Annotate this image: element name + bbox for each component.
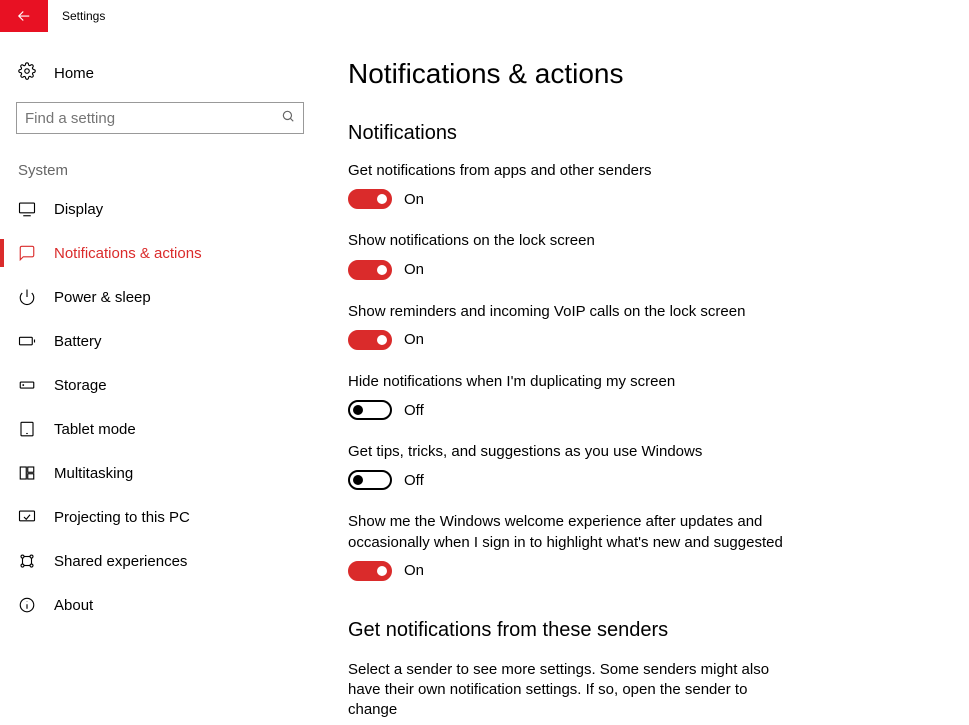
notifications-icon bbox=[18, 244, 36, 262]
display-icon bbox=[18, 200, 36, 218]
sidebar-item-power[interactable]: Power & sleep bbox=[0, 275, 320, 319]
toggle-switch[interactable] bbox=[348, 470, 392, 490]
setting-row: Show notifications on the lock screen On bbox=[348, 231, 798, 279]
home-button[interactable]: Home bbox=[0, 52, 320, 94]
toggle-state-label: On bbox=[404, 261, 424, 278]
setting-label: Hide notifications when I'm duplicating … bbox=[348, 372, 798, 392]
toggle-state-label: Off bbox=[404, 472, 424, 489]
sidebar-item-label: Power & sleep bbox=[54, 289, 151, 306]
sidebar-item-label: Projecting to this PC bbox=[54, 509, 190, 526]
gear-icon bbox=[18, 62, 36, 84]
sidebar-item-label: Tablet mode bbox=[54, 421, 136, 438]
home-label: Home bbox=[54, 65, 94, 82]
search-input[interactable] bbox=[25, 110, 281, 127]
sidebar-item-projecting[interactable]: Projecting to this PC bbox=[0, 495, 320, 539]
shared-icon bbox=[18, 552, 36, 570]
search-icon bbox=[281, 109, 295, 127]
toggle-switch[interactable] bbox=[348, 260, 392, 280]
setting-row: Show reminders and incoming VoIP calls o… bbox=[348, 302, 798, 350]
section-title-senders: Get notifications from these senders bbox=[348, 619, 949, 642]
titlebar: Settings bbox=[0, 0, 969, 32]
sidebar-item-about[interactable]: About bbox=[0, 583, 320, 627]
search-box[interactable] bbox=[16, 102, 304, 134]
back-arrow-icon bbox=[15, 7, 33, 25]
tablet-icon bbox=[18, 420, 36, 438]
setting-row: Show me the Windows welcome experience a… bbox=[348, 512, 798, 581]
back-button[interactable] bbox=[0, 0, 48, 32]
senders-description: Select a sender to see more settings. So… bbox=[348, 660, 798, 721]
sidebar-item-label: Notifications & actions bbox=[54, 245, 202, 262]
sidebar: Home System Display Notifications & actio… bbox=[0, 32, 320, 725]
sidebar-item-battery[interactable]: Battery bbox=[0, 319, 320, 363]
toggle-state-label: On bbox=[404, 331, 424, 348]
sidebar-item-multitasking[interactable]: Multitasking bbox=[0, 451, 320, 495]
sidebar-item-label: Display bbox=[54, 201, 103, 218]
setting-row: Get notifications from apps and other se… bbox=[348, 161, 798, 209]
setting-label: Show reminders and incoming VoIP calls o… bbox=[348, 302, 798, 322]
battery-icon bbox=[18, 332, 36, 350]
toggle-state-label: On bbox=[404, 562, 424, 579]
setting-label: Get notifications from apps and other se… bbox=[348, 161, 798, 181]
multitasking-icon bbox=[18, 464, 36, 482]
setting-label: Show me the Windows welcome experience a… bbox=[348, 512, 798, 553]
setting-label: Get tips, tricks, and suggestions as you… bbox=[348, 442, 798, 462]
section-title-notifications: Notifications bbox=[348, 122, 949, 145]
power-icon bbox=[18, 288, 36, 306]
sidebar-group-label: System bbox=[0, 134, 320, 187]
sidebar-item-notifications[interactable]: Notifications & actions bbox=[0, 231, 320, 275]
projecting-icon bbox=[18, 508, 36, 526]
toggle-state-label: Off bbox=[404, 402, 424, 419]
main-content: Notifications & actions Notifications Ge… bbox=[320, 32, 969, 725]
sidebar-item-label: Multitasking bbox=[54, 465, 133, 482]
sidebar-item-label: Storage bbox=[54, 377, 107, 394]
sidebar-item-label: Battery bbox=[54, 333, 102, 350]
storage-icon bbox=[18, 376, 36, 394]
toggle-state-label: On bbox=[404, 191, 424, 208]
sidebar-item-label: Shared experiences bbox=[54, 553, 187, 570]
setting-label: Show notifications on the lock screen bbox=[348, 231, 798, 251]
sidebar-item-label: About bbox=[54, 597, 93, 614]
toggle-switch[interactable] bbox=[348, 330, 392, 350]
sidebar-item-tablet[interactable]: Tablet mode bbox=[0, 407, 320, 451]
about-icon bbox=[18, 596, 36, 614]
sidebar-item-shared[interactable]: Shared experiences bbox=[0, 539, 320, 583]
page-title: Notifications & actions bbox=[348, 58, 949, 90]
toggle-switch[interactable] bbox=[348, 189, 392, 209]
sidebar-item-storage[interactable]: Storage bbox=[0, 363, 320, 407]
toggle-switch[interactable] bbox=[348, 561, 392, 581]
app-title: Settings bbox=[62, 9, 105, 23]
setting-row: Get tips, tricks, and suggestions as you… bbox=[348, 442, 798, 490]
setting-row: Hide notifications when I'm duplicating … bbox=[348, 372, 798, 420]
sidebar-item-display[interactable]: Display bbox=[0, 187, 320, 231]
toggle-switch[interactable] bbox=[348, 400, 392, 420]
